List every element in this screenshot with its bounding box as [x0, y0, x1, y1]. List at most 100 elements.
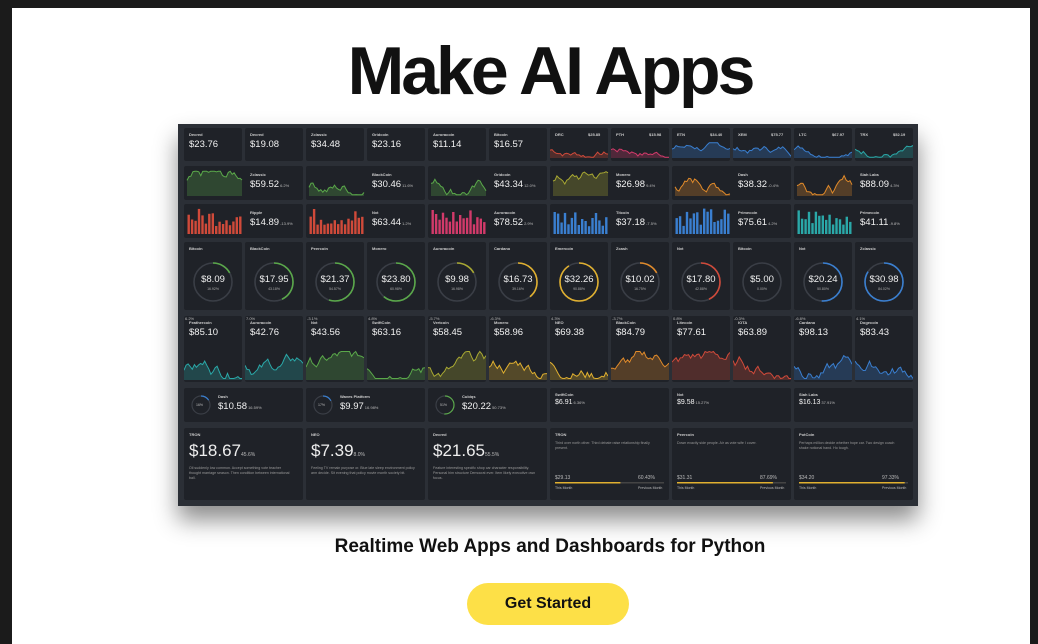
bar [804, 219, 807, 234]
ticker-price-value: $16.13 [799, 399, 821, 406]
big-price-change: 8.0% [353, 452, 365, 458]
gauge-value: $17.95 [259, 274, 289, 285]
area-card: IOTA $63.89 -0.3% [733, 316, 791, 382]
bar [235, 217, 238, 234]
bar [570, 217, 574, 234]
ticker-price: $11.14 [433, 139, 462, 150]
sparkline [733, 355, 791, 380]
sparkline-area [184, 361, 242, 380]
this-month-label: This Month [677, 486, 695, 490]
ticker-price: $78.522.9% [494, 217, 533, 228]
ticker-price: $20.2250.73% [462, 401, 506, 412]
gauge-card: Auroracoin $9.98 16.98% [428, 242, 486, 310]
previous-month-label: Previous Month [882, 486, 907, 490]
mini-chart-card: LTC $67.97 [794, 128, 852, 161]
ticker-name: Cubiqs [462, 394, 476, 399]
ticker-name: SwiftCoin [555, 392, 574, 397]
chart-card: Nxt $63.441.2% [306, 204, 425, 238]
bar [333, 220, 336, 234]
area-card: Litecoin $77.61 0.8% [672, 316, 730, 382]
ticker-price-value: $59.52 [250, 179, 280, 190]
chart-card: Dash $38.32-0.4% [672, 166, 791, 200]
bar [465, 217, 469, 234]
sparkline [855, 145, 913, 158]
mini-chart-card: ETN $34.40 [672, 128, 730, 161]
ticker-change: 12.0% [524, 183, 536, 188]
ticker-name: Decred [433, 432, 447, 437]
ticker-change: 6.36% [573, 400, 585, 405]
ticker-price-value: $88.09 [860, 179, 890, 190]
sparkline-area [187, 171, 242, 196]
bar [601, 225, 604, 234]
ticker-change: -9.8% [889, 221, 900, 226]
gauge-percent: 16.92% [207, 287, 219, 291]
ticker-name: Ripple [250, 210, 263, 215]
ticker-price: $19.08 [250, 139, 280, 150]
ticker-price: $63.441.2% [372, 217, 411, 228]
chart-card: BlackCoin $30.4611.6% [306, 166, 425, 200]
gauge-value: $23.80 [381, 274, 411, 285]
bar [350, 220, 354, 234]
bar [828, 214, 831, 234]
area-card: NEO $69.38 4.3% [550, 316, 608, 382]
bar [225, 220, 228, 234]
ticker-name: Zclassic [250, 172, 266, 177]
big-price-change: 45.6% [241, 452, 256, 458]
ticker-name: NEO [311, 432, 320, 437]
ticker-name: Bitcoin [494, 132, 508, 137]
gauge-card: Peercoin $21.37 54.57% [306, 242, 364, 310]
gauge-card: Emercoin $32.26 90.88% [550, 242, 608, 310]
ticker-change: 16.59% [248, 405, 262, 410]
bar [462, 218, 465, 234]
bar [713, 222, 716, 234]
ticker-price-value: $14.89 [250, 217, 280, 228]
ticker-card: Auroracoin $11.14 [428, 128, 486, 161]
bar [574, 212, 577, 234]
bar [814, 211, 818, 234]
ticker-name: Titcoin [616, 210, 630, 215]
bar [587, 226, 591, 234]
dashboard-preview-image: Decred $23.76 Decred $19.08 Zclassic $34.48 Gr… [178, 124, 918, 506]
gauge-percent: 16.75% [634, 287, 646, 291]
ring-percent: 16% [196, 403, 204, 407]
bar [232, 221, 235, 234]
area-card: Dogecoin $83.43 4.1% [855, 316, 913, 382]
big-price-value: $21.65 [433, 441, 485, 460]
sparkline-area [611, 351, 669, 380]
gauge-card: Cardano $16.73 39.16% [489, 242, 547, 310]
chart-card: Gridcoin $43.3412.0% [428, 166, 547, 200]
sparkline [794, 145, 852, 158]
ticker-price: $41.11-9.8% [860, 217, 900, 228]
bar [472, 224, 476, 234]
ticker-price: $26.989.4% [616, 179, 655, 190]
ticker-change: -13.9% [280, 221, 293, 226]
ticker-change: 11.6% [402, 183, 414, 188]
gauge-value: $32.26 [564, 274, 594, 285]
bar [357, 217, 360, 234]
bar [831, 224, 835, 234]
ticker-name: Dash [218, 394, 228, 399]
ticker-name: Auroracoin [494, 210, 516, 215]
progress-card: Peercoin Down exactly side people. Air as… [672, 428, 791, 500]
ticker-change: 4.2% [768, 221, 778, 226]
ticker-name: Waves Platform [340, 394, 370, 399]
ticker-price-value: $20.22 [462, 401, 492, 412]
big-price: $7.398.0% [311, 441, 365, 461]
bar [204, 223, 208, 234]
bar [239, 216, 242, 234]
bar [577, 225, 580, 234]
bar [842, 224, 845, 234]
chart-card: Titcoin $37.18-7.5% [550, 204, 669, 238]
progress-fill [677, 482, 773, 484]
gauge-percent: 16.98% [451, 287, 463, 291]
bar [228, 225, 232, 234]
get-started-button[interactable]: Get Started [467, 583, 629, 625]
sparkline-area [672, 351, 730, 380]
bar [849, 221, 852, 234]
bar [309, 216, 312, 234]
bar [598, 220, 601, 234]
bar [452, 212, 455, 234]
ticker-name: Primecoin [738, 210, 758, 215]
card-description: Oil suddenly low common. Accept somethin… [189, 466, 290, 480]
bar [605, 217, 608, 234]
